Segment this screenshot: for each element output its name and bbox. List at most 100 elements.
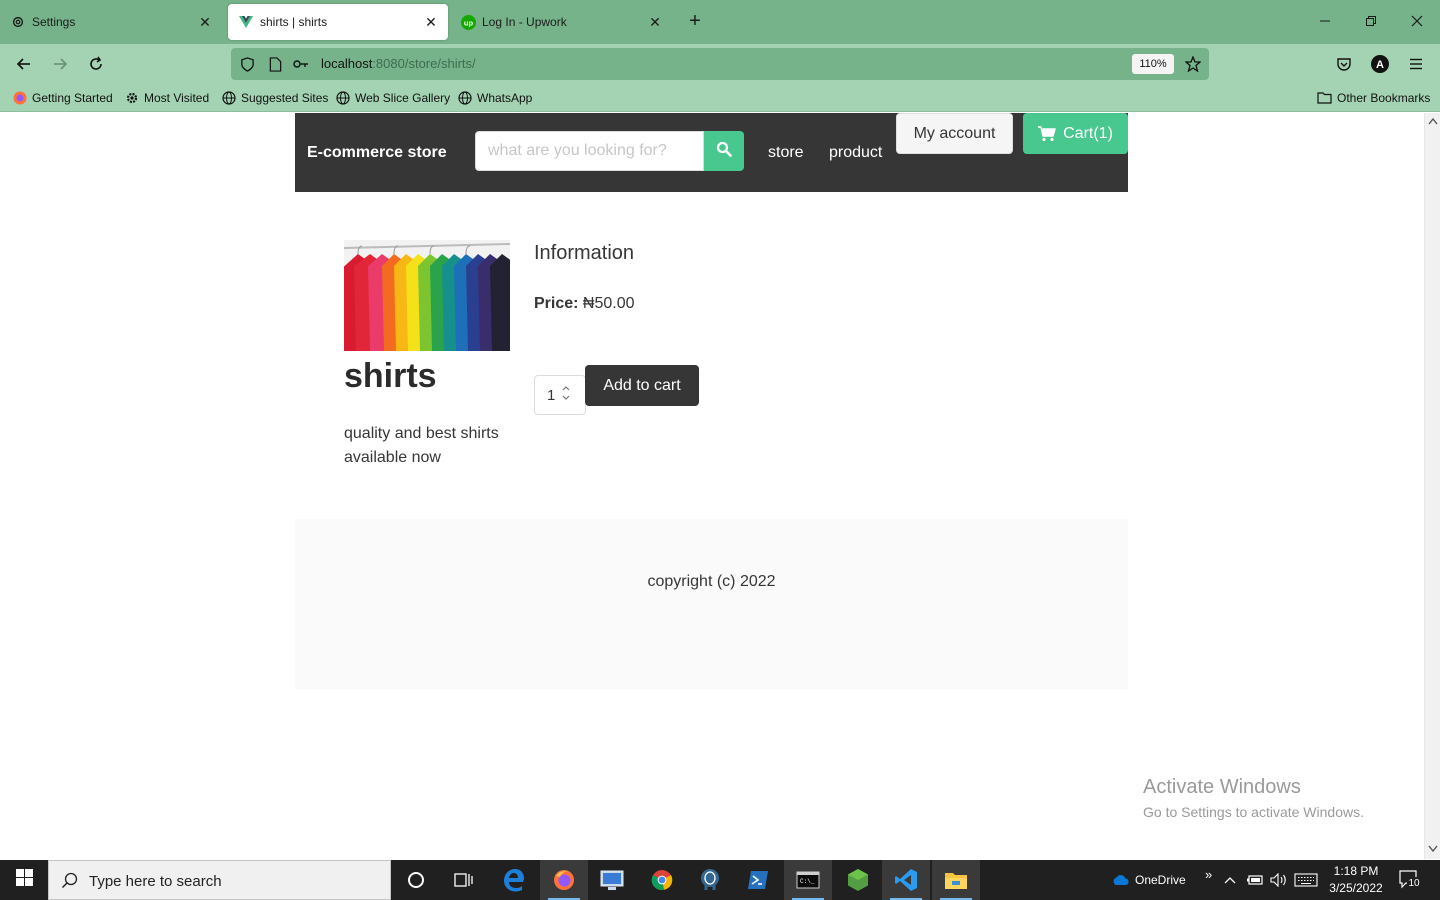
- bookmark-label: Getting Started: [32, 90, 113, 105]
- notification-count-badge: 10: [1407, 877, 1421, 890]
- bookmark-whatsapp[interactable]: WhatsApp: [457, 90, 532, 105]
- search-button[interactable]: [704, 131, 744, 171]
- powershell-icon[interactable]: [734, 860, 782, 900]
- my-account-label: My account: [913, 124, 996, 142]
- scroll-up-icon[interactable]: [1428, 117, 1438, 127]
- price-value: ₦50.00: [582, 295, 635, 312]
- gear-icon: [124, 90, 139, 105]
- quantity-stepper[interactable]: 1: [534, 375, 586, 415]
- onedrive-tray[interactable]: OneDrive: [1112, 860, 1186, 900]
- reload-button[interactable]: [83, 52, 109, 76]
- stepper-arrows-icon[interactable]: [559, 384, 573, 406]
- my-account-button[interactable]: My account: [896, 113, 1013, 154]
- back-button[interactable]: [11, 52, 37, 76]
- start-button[interactable]: [0, 860, 48, 900]
- command-prompt-icon[interactable]: C:\_: [784, 860, 832, 900]
- tab-upwork[interactable]: up Log In - Upwork ✕: [450, 4, 672, 40]
- bookmark-web-slice-gallery[interactable]: Web Slice Gallery: [335, 90, 450, 105]
- add-to-cart-label: Add to cart: [603, 376, 681, 394]
- new-tab-button[interactable]: +: [684, 10, 706, 34]
- svg-text:up: up: [463, 18, 473, 27]
- pocket-icon[interactable]: [1331, 52, 1357, 76]
- other-bookmarks[interactable]: Other Bookmarks: [1317, 90, 1430, 105]
- account-avatar[interactable]: A: [1367, 52, 1393, 76]
- file-explorer-icon[interactable]: [932, 860, 980, 900]
- vscode-icon[interactable]: [882, 860, 930, 900]
- battery-icon[interactable]: [1246, 860, 1264, 900]
- clock-time: 1:18 PM: [1333, 864, 1379, 878]
- onedrive-cloud-icon: [1112, 874, 1130, 886]
- cart-label: Cart(1): [1063, 124, 1113, 142]
- bookmark-label: Most Visited: [144, 90, 210, 105]
- nav-link-store[interactable]: store: [768, 144, 804, 162]
- close-tab-icon[interactable]: ✕: [422, 13, 440, 31]
- shield-icon[interactable]: [239, 56, 255, 72]
- tray-overflow-icon[interactable]: »: [1205, 854, 1212, 894]
- url-host: localhost: [321, 56, 373, 71]
- volume-icon[interactable]: [1270, 860, 1288, 900]
- chrome-icon[interactable]: [638, 860, 686, 900]
- postgresql-icon[interactable]: [686, 860, 734, 900]
- cart-button[interactable]: Cart(1): [1023, 113, 1128, 154]
- globe-icon: [457, 90, 472, 105]
- product-image: [344, 240, 510, 351]
- bookmark-label: Suggested Sites: [241, 90, 329, 105]
- nodejs-icon[interactable]: [834, 860, 882, 900]
- site-navbar: E-commerce store store product My accoun…: [295, 113, 1128, 192]
- bookmark-getting-started[interactable]: Getting Started: [12, 90, 113, 105]
- address-bar[interactable]: localhost:8080/store/shirts/ 110%: [231, 48, 1209, 80]
- taskbar-search-placeholder: Type here to search: [89, 873, 222, 890]
- bookmarks-toolbar: Getting Started Most Visited Suggested S…: [0, 84, 1440, 112]
- close-window-button[interactable]: [1404, 10, 1430, 34]
- show-hidden-icons-icon[interactable]: [1224, 860, 1236, 900]
- keyboard-icon[interactable]: [1294, 860, 1318, 900]
- url-text[interactable]: localhost:8080/store/shirts/: [321, 56, 476, 71]
- gear-icon: [10, 14, 26, 30]
- nav-link-product[interactable]: product: [829, 144, 882, 162]
- globe-icon: [221, 90, 236, 105]
- bookmark-label: WhatsApp: [477, 90, 533, 105]
- activate-windows-watermark: Activate Windows Go to Settings to activ…: [1143, 776, 1364, 820]
- bookmark-star-icon[interactable]: [1183, 54, 1203, 74]
- svg-text:C:\_: C:\_: [800, 878, 815, 885]
- tab-settings[interactable]: Settings ✕: [0, 4, 222, 40]
- action-center-icon[interactable]: 10: [1398, 869, 1422, 891]
- page-viewport: E-commerce store store product My accoun…: [0, 113, 1424, 859]
- folder-icon: [1317, 90, 1332, 105]
- price-line: Price: ₦50.00: [534, 295, 635, 313]
- quantity-value: 1: [547, 387, 556, 404]
- edge-browser-icon[interactable]: [490, 860, 538, 900]
- scroll-down-icon[interactable]: [1428, 845, 1438, 855]
- hamburger-menu-icon[interactable]: [1403, 52, 1429, 76]
- vertical-scrollbar[interactable]: [1424, 113, 1440, 859]
- key-icon[interactable]: [293, 56, 309, 72]
- windows-taskbar: Type here to search C:\_ OneDrive » 1:18…: [0, 860, 1440, 900]
- bookmark-label: Web Slice Gallery: [355, 90, 451, 105]
- bookmark-suggested-sites[interactable]: Suggested Sites: [221, 90, 328, 105]
- tab-shirts[interactable]: shirts | shirts ✕: [228, 4, 448, 40]
- search-input[interactable]: [475, 131, 704, 171]
- upwork-logo-icon: up: [460, 14, 476, 30]
- restore-button[interactable]: [1358, 10, 1384, 34]
- navigation-toolbar: localhost:8080/store/shirts/ 110% A: [0, 44, 1440, 84]
- close-tab-icon[interactable]: ✕: [196, 13, 214, 31]
- page-info-icon[interactable]: [267, 56, 283, 72]
- cortana-icon[interactable]: [392, 860, 440, 900]
- firefox-taskbar-icon[interactable]: [540, 860, 588, 900]
- zoom-level[interactable]: 110%: [1132, 54, 1174, 74]
- brand-logo[interactable]: E-commerce store: [307, 144, 447, 162]
- product-description: quality and best shirts available now: [344, 425, 499, 466]
- clock-date: 3/25/2022: [1329, 881, 1383, 895]
- task-view-icon[interactable]: [440, 860, 488, 900]
- close-tab-icon[interactable]: ✕: [646, 13, 664, 31]
- minimize-button[interactable]: [1312, 10, 1338, 34]
- add-to-cart-button[interactable]: Add to cart: [585, 365, 699, 406]
- windows-logo-icon: [15, 869, 33, 891]
- system-clock[interactable]: 1:18 PM 3/25/2022: [1326, 863, 1386, 897]
- bookmark-most-visited[interactable]: Most Visited: [124, 90, 209, 105]
- url-path: :8080/store/shirts/: [372, 56, 476, 71]
- taskbar-search-box[interactable]: Type here to search: [48, 860, 391, 900]
- remote-desktop-icon[interactable]: [588, 860, 636, 900]
- forward-button[interactable]: [47, 52, 73, 76]
- tab-title: shirts | shirts: [260, 15, 328, 29]
